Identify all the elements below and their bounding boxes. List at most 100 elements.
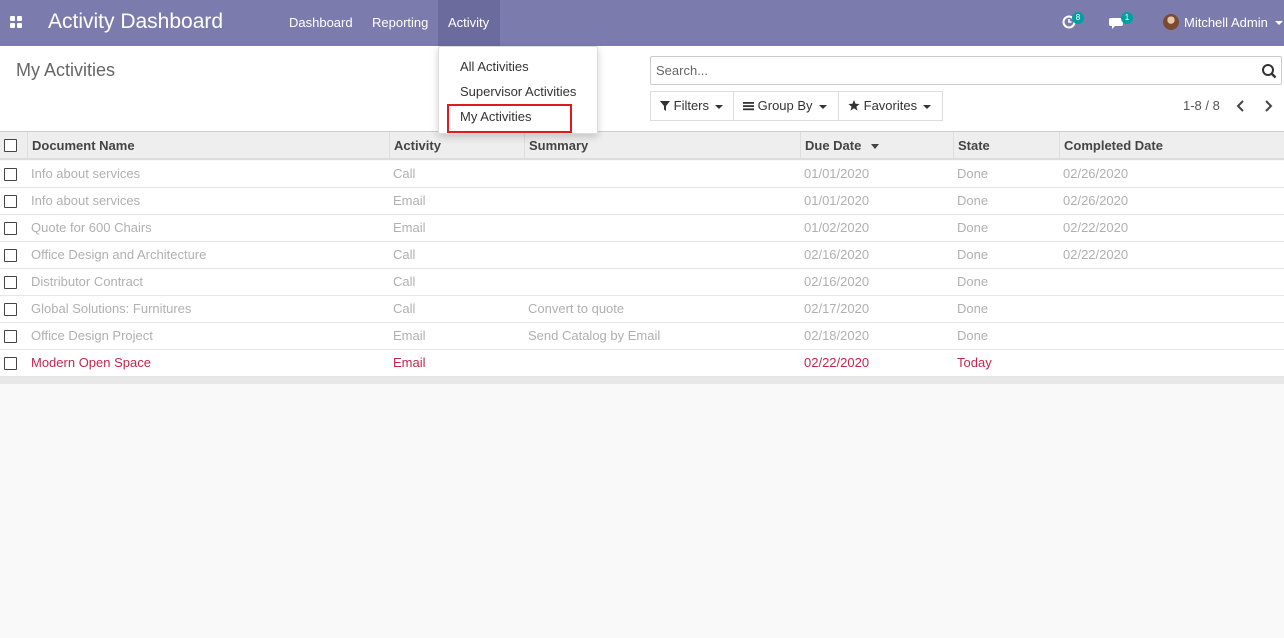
chevron-down-icon <box>715 104 724 109</box>
cell-document: Global Solutions: Furnitures <box>31 301 192 316</box>
cell-document: Office Design Project <box>31 328 153 343</box>
row-checkbox[interactable] <box>4 357 17 370</box>
star-icon <box>848 100 860 111</box>
filters-label: Filters <box>673 98 710 113</box>
search-box <box>650 56 1282 85</box>
pager-value[interactable]: 1-8 / 8 <box>1183 98 1220 113</box>
cell-completed-date: 02/26/2020 <box>1063 193 1129 208</box>
app-title: Activity Dashboard <box>48 10 224 33</box>
filters-button[interactable]: Filters <box>650 91 734 121</box>
menu-dashboard[interactable]: Dashboard <box>279 0 363 46</box>
menu-item-all-activities[interactable]: All Activities <box>460 59 529 74</box>
user-avatar[interactable] <box>1163 14 1179 30</box>
cell-document: Office Design and Architecture <box>31 247 207 262</box>
cell-document: Quote for 600 Chairs <box>31 220 152 235</box>
messages-count-badge: 1 <box>1121 12 1133 24</box>
cell-state: Done <box>957 328 989 343</box>
cell-summary: Convert to quote <box>528 301 625 316</box>
filter-icon <box>660 101 670 111</box>
top-navbar: Activity Dashboard Dashboard Reporting A… <box>0 0 1284 46</box>
cell-activity: Email <box>393 220 426 235</box>
user-menu-name[interactable]: Mitchell Admin <box>1184 15 1268 30</box>
menu-activity[interactable]: Activity <box>438 0 500 46</box>
control-panel: My Activities Filters Group By Favorites… <box>0 46 1284 132</box>
cell-state: Done <box>957 274 989 289</box>
row-checkbox[interactable] <box>4 222 17 235</box>
breadcrumb: My Activities <box>16 60 116 80</box>
cell-activity: Email <box>393 193 426 208</box>
row-checkbox[interactable] <box>4 330 17 343</box>
search-input[interactable] <box>651 57 1251 84</box>
table-row[interactable]: Distributor Contract Call 02/16/2020 Don… <box>0 269 1284 296</box>
chevron-down-icon[interactable] <box>1275 21 1283 25</box>
search-icon[interactable] <box>1261 63 1277 79</box>
activity-clock-icon[interactable]: 8 <box>1062 12 1084 30</box>
cell-due-date: 02/18/2020 <box>804 328 870 343</box>
cell-state: Done <box>957 301 989 316</box>
chevron-down-icon <box>818 104 827 109</box>
cell-activity: Call <box>393 247 416 262</box>
column-due-date[interactable]: Due Date <box>800 132 954 160</box>
cell-activity: Call <box>393 274 416 289</box>
cell-state: Done <box>957 220 989 235</box>
row-checkbox[interactable] <box>4 276 17 289</box>
activity-count-badge: 8 <box>1072 12 1084 24</box>
column-activity[interactable]: Activity <box>389 132 525 160</box>
cell-due-date: 01/01/2020 <box>804 166 870 181</box>
cell-activity: Email <box>393 355 426 370</box>
row-checkbox[interactable] <box>4 303 17 316</box>
column-summary[interactable]: Summary <box>524 132 801 160</box>
favorites-label: Favorites <box>863 98 918 113</box>
groupby-label: Group By <box>757 98 813 113</box>
cell-document: Info about services <box>31 193 141 208</box>
cell-summary: Send Catalog by Email <box>528 328 661 343</box>
cell-state: Done <box>957 247 989 262</box>
chevron-down-icon <box>923 104 932 109</box>
menu-reporting[interactable]: Reporting <box>362 0 438 46</box>
cell-due-date: 02/16/2020 <box>804 274 870 289</box>
cell-completed-date: 02/22/2020 <box>1063 247 1129 262</box>
select-all-checkbox[interactable] <box>4 139 17 152</box>
column-completed-date[interactable]: Completed Date <box>1059 132 1284 160</box>
menu-item-supervisor-activities[interactable]: Supervisor Activities <box>460 84 576 99</box>
pager-next-icon[interactable] <box>1261 98 1275 114</box>
cell-document: Distributor Contract <box>31 274 143 289</box>
cell-activity: Call <box>393 166 416 181</box>
cell-state: Done <box>957 193 989 208</box>
favorites-button[interactable]: Favorites <box>838 91 943 121</box>
cell-due-date: 01/01/2020 <box>804 193 870 208</box>
cell-completed-date: 02/26/2020 <box>1063 166 1129 181</box>
sort-descending-icon <box>870 144 879 150</box>
column-state[interactable]: State <box>953 132 1060 160</box>
cell-document: Modern Open Space <box>31 355 151 370</box>
row-checkbox[interactable] <box>4 168 17 181</box>
groupby-button[interactable]: Group By <box>733 91 839 121</box>
cell-activity: Email <box>393 328 426 343</box>
cell-due-date: 01/02/2020 <box>804 220 870 235</box>
column-due-date-label: Due Date <box>805 138 862 153</box>
table-row[interactable]: Info about services Email 01/01/2020 Don… <box>0 188 1284 215</box>
row-checkbox[interactable] <box>4 195 17 208</box>
table-footer <box>0 377 1284 384</box>
messages-chat-icon[interactable]: 1 <box>1109 12 1133 30</box>
cell-due-date: 02/16/2020 <box>804 247 870 262</box>
cell-completed-date: 02/22/2020 <box>1063 220 1129 235</box>
cell-activity: Call <box>393 301 416 316</box>
table-row[interactable]: Office Design and Architecture Call 02/1… <box>0 242 1284 269</box>
cell-due-date: 02/17/2020 <box>804 301 870 316</box>
cell-state: Done <box>957 166 989 181</box>
apps-grid-icon[interactable] <box>10 16 23 29</box>
cell-state: Today <box>957 355 992 370</box>
list-icon <box>743 102 754 111</box>
cell-due-date: 02/22/2020 <box>804 355 870 370</box>
row-checkbox[interactable] <box>4 249 17 262</box>
table-row[interactable]: Info about services Call 01/01/2020 Done… <box>0 161 1284 188</box>
cell-document: Info about services <box>31 166 141 181</box>
table-row[interactable]: Quote for 600 Chairs Email 01/02/2020 Do… <box>0 215 1284 242</box>
table-row[interactable]: Modern Open Space Email 02/22/2020 Today <box>0 350 1284 377</box>
table-row[interactable]: Global Solutions: Furnitures Call Conver… <box>0 296 1284 323</box>
column-document-name[interactable]: Document Name <box>27 132 390 160</box>
highlight-box <box>447 104 572 133</box>
pager-previous-icon[interactable] <box>1234 98 1248 114</box>
table-row[interactable]: Office Design Project Email Send Catalog… <box>0 323 1284 350</box>
